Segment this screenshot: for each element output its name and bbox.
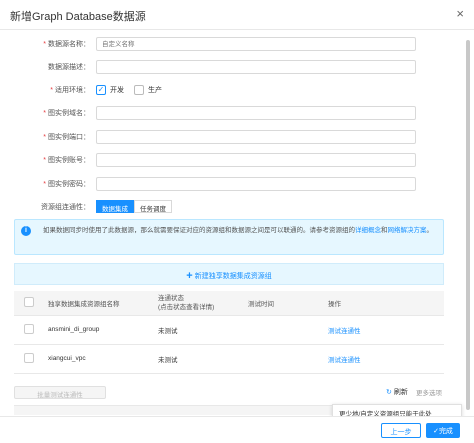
dialog-header: 新增Graph Database数据源 ×	[0, 0, 474, 30]
row-time	[244, 344, 324, 374]
tab-data-integration[interactable]: 数据集成	[96, 200, 134, 213]
info-icon: i	[21, 226, 31, 236]
refresh-icon: ↻	[386, 389, 392, 396]
select-all-checkbox[interactable]	[24, 296, 34, 307]
table-row: xiangcui_vpc 未测试 测试连通性	[14, 344, 444, 374]
port-input[interactable]	[96, 130, 416, 144]
connectivity-tabs: 数据集成 任务调度	[96, 200, 172, 213]
account-input[interactable]	[96, 153, 416, 167]
table-footer-partial	[14, 405, 334, 415]
notice-text: 如果数据同步时使用了此数据源，那么就需要保证对应的资源组和数据源之间是可以联通的…	[43, 227, 433, 234]
header-action: 操作	[324, 291, 444, 316]
link-detailed-concept[interactable]: 详细概念	[355, 227, 381, 234]
form-row-env: * 适用环境： ✓ 开发 生产	[0, 83, 474, 97]
row-time	[244, 315, 324, 345]
prod-label: 生产	[148, 87, 162, 94]
form-row-account: * 图实例账号：	[0, 153, 474, 167]
account-label: * 图实例账号：	[43, 157, 90, 164]
plus-icon: +	[186, 270, 193, 282]
table-row: ansmini_di_group 未测试 测试连通性	[14, 315, 444, 345]
previous-step-button[interactable]: 上一步	[381, 423, 421, 438]
row-status[interactable]: 未测试	[154, 315, 244, 345]
password-input[interactable]	[96, 177, 416, 191]
form-row-connectivity: 资源组连通性： 数据集成 任务调度	[0, 200, 474, 214]
password-label: * 图实例密码：	[43, 181, 90, 188]
row-checkbox[interactable]	[24, 352, 34, 363]
more-options-link[interactable]: 更多选项	[416, 387, 442, 397]
new-datasource-dialog: 新增Graph Database数据源 × *数据源名称： 数据源描述： *适用…	[0, 0, 474, 443]
desc-label: 数据源描述：	[48, 64, 90, 71]
prod-checkbox[interactable]	[134, 85, 144, 95]
table-header: 独享数据集成资源组名称 连通状态 (点击状态查看详情) 测试时间 操作	[14, 291, 444, 316]
form-row-name: * 数据源名称：	[0, 37, 474, 51]
row-checkbox[interactable]	[24, 323, 34, 334]
batch-test-button[interactable]: 批量测试连通性	[14, 386, 106, 399]
row-status[interactable]: 未测试	[154, 344, 244, 374]
header-name: 独享数据集成资源组名称	[44, 291, 154, 316]
tab-task-scheduling[interactable]: 任务调度	[134, 200, 172, 213]
done-button[interactable]: ✓完成	[426, 423, 460, 438]
header-time: 测试时间	[244, 291, 324, 316]
link-network-solution[interactable]: 网络解决方案	[388, 227, 427, 234]
new-resource-group-button[interactable]: + 新建独享数据集成资源组	[14, 263, 444, 285]
form-row-password: * 图实例密码：	[0, 177, 474, 191]
dev-checkbox[interactable]: ✓	[96, 85, 106, 95]
resource-group-table: 独享数据集成资源组名称 连通状态 (点击状态查看详情) 测试时间 操作 ansmi…	[14, 291, 444, 374]
test-connectivity-link[interactable]: 测试连通性	[324, 344, 444, 374]
form-row-host: * 图实例域名：	[0, 106, 474, 120]
row-name: ansmini_di_group	[44, 315, 154, 345]
env-label: * 适用环境：	[50, 87, 90, 94]
refresh-button[interactable]: ↻ 刷新	[386, 387, 408, 397]
header-status: 连通状态 (点击状态查看详情)	[154, 291, 244, 316]
info-notice: i 如果数据同步时使用了此数据源，那么就需要保证对应的资源组和数据源之间是可以联…	[14, 219, 444, 255]
close-icon[interactable]: ×	[456, 6, 464, 21]
form-row-desc: 数据源描述：	[0, 60, 474, 74]
host-label: * 图实例域名：	[43, 110, 90, 117]
port-label: * 图实例端口：	[43, 134, 90, 141]
name-label: * 数据源名称：	[43, 41, 90, 48]
env-options: ✓ 开发 生产	[96, 85, 162, 95]
form-row-port: * 图实例端口：	[0, 130, 474, 144]
host-input[interactable]	[96, 106, 416, 120]
dev-label: 开发	[110, 87, 124, 94]
name-input[interactable]	[96, 37, 416, 51]
dialog-footer: 上一步 ✓完成	[0, 416, 474, 443]
dialog-title: 新增Graph Database数据源	[10, 11, 146, 23]
connectivity-label: 资源组连通性：	[41, 204, 90, 211]
table-actions: 批量测试连通性 ↻ 刷新 更多选项	[0, 383, 474, 403]
desc-input[interactable]	[96, 60, 416, 74]
test-connectivity-link[interactable]: 测试连通性	[324, 315, 444, 345]
row-name: xiangcui_vpc	[44, 344, 154, 374]
